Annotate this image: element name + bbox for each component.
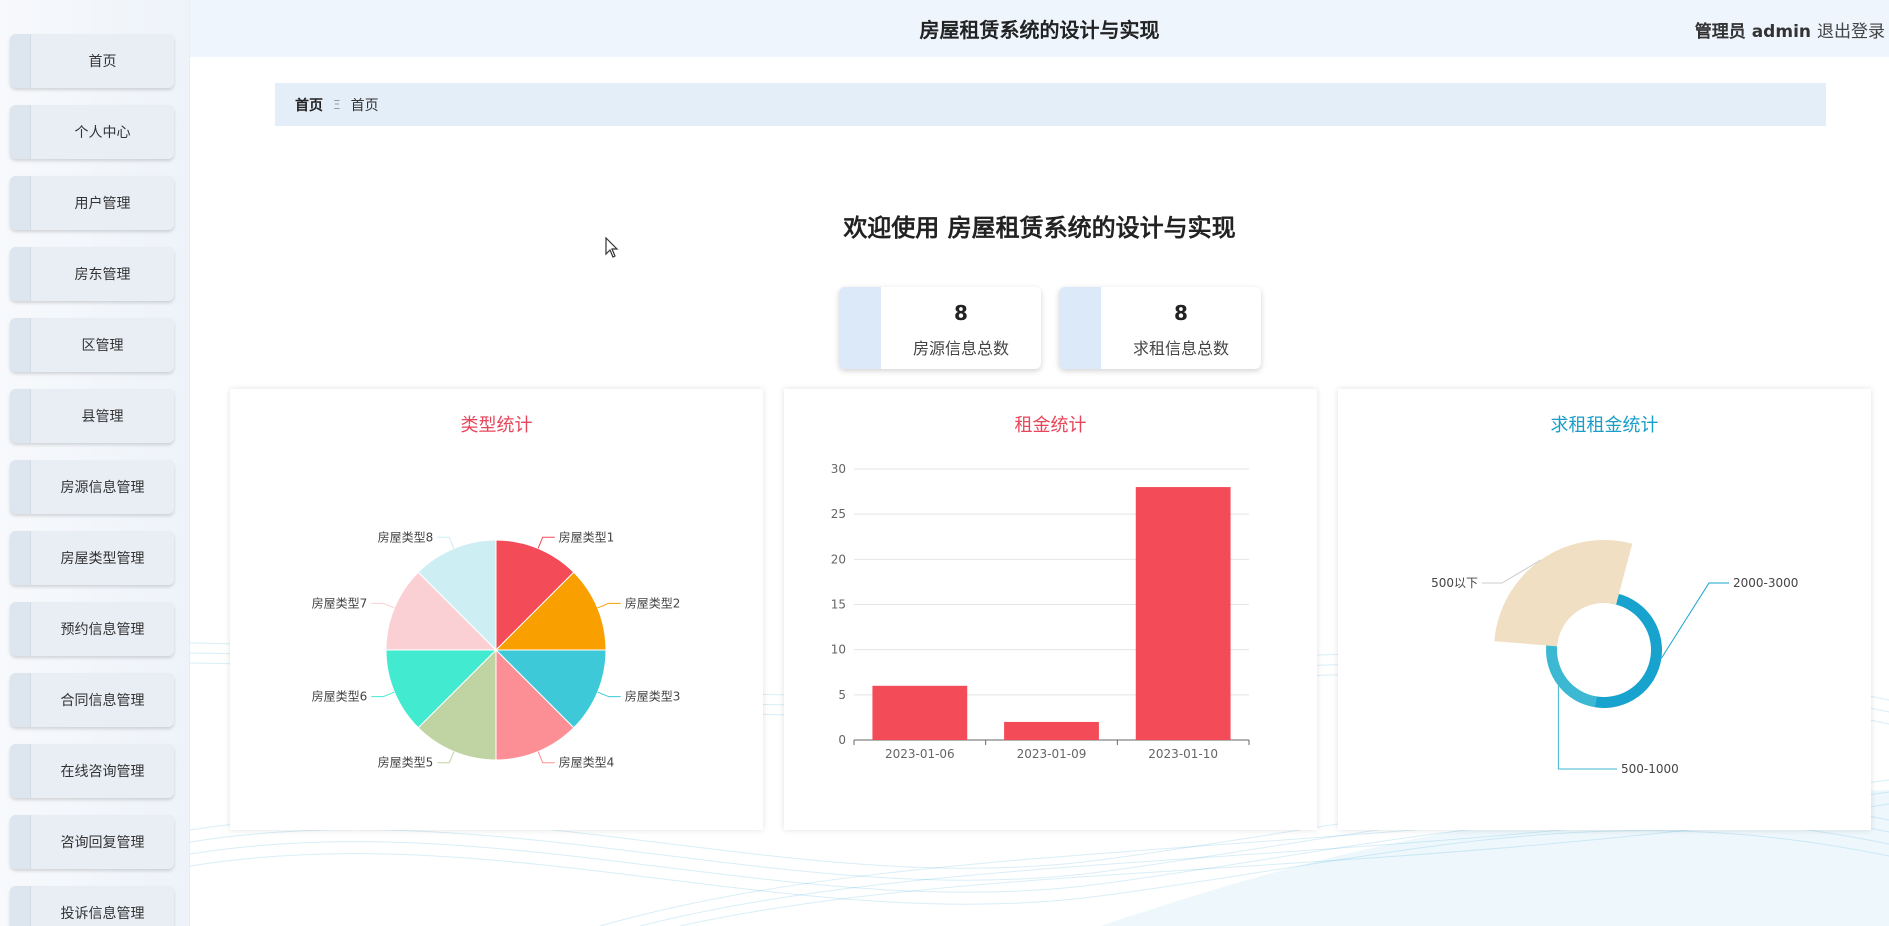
rose-label-2000-3000: 2000-3000 bbox=[1733, 576, 1798, 590]
logout-link[interactable]: 退出登录 bbox=[1817, 17, 1885, 42]
type-stats-panel: 类型统计 房屋类型1 房屋类型2 房屋类型3 房屋类型4 房屋类型5 房屋类型6 房屋类型7… bbox=[230, 389, 763, 830]
current-user: 管理员 admin bbox=[1694, 22, 1811, 42]
app-title: 房屋租赁系统的设计与实现 bbox=[919, 18, 1160, 42]
rent-bar-chart: 0 5 10 15 20 25 30 2023-01-06 2023-01-09 2023-01-… bbox=[831, 462, 1250, 761]
rose-label-500: 500以下 bbox=[1431, 576, 1478, 590]
pie-label-2: 房屋类型2 bbox=[625, 595, 681, 610]
sidebar-item-users[interactable]: 用户管理 bbox=[10, 176, 174, 230]
sidebar-item-label: 区管理 bbox=[30, 318, 174, 372]
sidebar-item-label: 合同信息管理 bbox=[30, 673, 174, 727]
sidebar-item-house-types[interactable]: 房屋类型管理 bbox=[10, 531, 174, 585]
y-tick-label: 0 bbox=[838, 733, 846, 747]
rose-slice-500 bbox=[1494, 540, 1633, 647]
rose-slice-2000-3000 bbox=[1594, 592, 1662, 708]
breadcrumb-separator-icon: Ξ bbox=[333, 97, 341, 112]
breadcrumb-current: 首页 bbox=[350, 97, 379, 114]
pie-leader-2 bbox=[597, 602, 621, 609]
sidebar-item-label: 房源信息管理 bbox=[30, 460, 174, 514]
seek-rent-stats-panel: 求租租金统计 2000-3000 500-1000 500以下 bbox=[1338, 389, 1871, 830]
sidebar-item-reservations[interactable]: 预约信息管理 bbox=[10, 602, 174, 656]
sidebar-item-landlords[interactable]: 房东管理 bbox=[10, 247, 174, 301]
y-tick-label: 20 bbox=[831, 552, 846, 566]
sidebar-item-label: 个人中心 bbox=[30, 105, 174, 159]
pie-label-5: 房屋类型5 bbox=[378, 755, 434, 770]
pie-label-8: 房屋类型8 bbox=[378, 529, 434, 544]
pie-leader-4 bbox=[537, 751, 555, 764]
stat-value: 8 bbox=[1174, 301, 1188, 325]
sidebar-item-label: 首页 bbox=[30, 34, 174, 88]
bar-2023-01-09 bbox=[1004, 721, 1099, 740]
pie-label-6: 房屋类型6 bbox=[312, 689, 368, 704]
x-tick-label: 2023-01-09 bbox=[1017, 747, 1087, 761]
sidebar-item-label: 房屋类型管理 bbox=[30, 531, 174, 585]
welcome-heading: 欢迎使用 房屋租赁系统的设计与实现 bbox=[843, 213, 1236, 242]
sidebar-item-label: 房东管理 bbox=[30, 247, 174, 301]
y-tick-label: 30 bbox=[831, 462, 846, 476]
pie-label-4: 房屋类型4 bbox=[559, 755, 615, 770]
rose-leader-2000-3000 bbox=[1661, 582, 1729, 659]
seek-rent-rose-chart: 2000-3000 500-1000 500以下 bbox=[1431, 540, 1798, 776]
sidebar-item-listings[interactable]: 房源信息管理 bbox=[10, 460, 174, 514]
sidebar-item-label: 投诉信息管理 bbox=[30, 886, 174, 926]
sidebar-item-label: 咨询回复管理 bbox=[30, 815, 174, 869]
top-header: 房屋租赁系统的设计与实现 管理员 admin 退出登录 bbox=[190, 0, 1889, 57]
pie-leader-1 bbox=[537, 536, 555, 549]
stat-label: 求租信息总数 bbox=[1132, 339, 1229, 358]
rose-slice-500-1000 bbox=[1546, 645, 1597, 708]
stat-value: 8 bbox=[954, 301, 968, 325]
type-pie-chart: 房屋类型1 房屋类型2 房屋类型3 房屋类型4 房屋类型5 房屋类型6 房屋类型7 房屋类型8 bbox=[312, 529, 681, 770]
bar-2023-01-10 bbox=[1135, 487, 1231, 740]
rent-stats-panel: 租金统计 0 5 10 15 20 25 30 2023-01-06 2023-01-09 202… bbox=[784, 389, 1317, 830]
sidebar-item-home[interactable]: 首页 bbox=[10, 34, 174, 88]
sidebar-item-replies[interactable]: 咨询回复管理 bbox=[10, 815, 174, 869]
rose-label-500-1000: 500-1000 bbox=[1621, 762, 1679, 776]
sidebar-item-label: 在线咨询管理 bbox=[30, 744, 174, 798]
sidebar-item-label: 用户管理 bbox=[30, 176, 174, 230]
x-tick-label: 2023-01-06 bbox=[885, 747, 955, 761]
sidebar-item-contracts[interactable]: 合同信息管理 bbox=[10, 673, 174, 727]
breadcrumb: 首页 Ξ 首页 bbox=[275, 83, 1826, 126]
sidebar-item-label: 县管理 bbox=[30, 389, 174, 443]
sidebar-item-consultations[interactable]: 在线咨询管理 bbox=[10, 744, 174, 798]
pie-leader-8 bbox=[437, 536, 455, 549]
pie-leader-5 bbox=[437, 751, 455, 764]
y-tick-label: 15 bbox=[831, 598, 846, 612]
breadcrumb-home[interactable]: 首页 bbox=[295, 95, 323, 115]
pie-label-7: 房屋类型7 bbox=[312, 595, 368, 610]
pie-label-3: 房屋类型3 bbox=[625, 689, 681, 704]
sidebar-item-districts[interactable]: 区管理 bbox=[10, 318, 174, 372]
pie-leader-6 bbox=[371, 691, 395, 698]
pie-leader-7 bbox=[371, 602, 395, 609]
stat-card-seek-rentals: 8 求租信息总数 bbox=[1059, 287, 1261, 369]
sidebar: 首页 个人中心 用户管理 房东管理 区管理 县管理 房源信息管理 房屋类型管理 … bbox=[0, 0, 190, 926]
sidebar-item-profile[interactable]: 个人中心 bbox=[10, 105, 174, 159]
stat-label: 房源信息总数 bbox=[912, 339, 1009, 358]
pie-label-1: 房屋类型1 bbox=[559, 529, 615, 544]
stat-card-listings: 8 房源信息总数 bbox=[839, 287, 1041, 369]
sidebar-item-counties[interactable]: 县管理 bbox=[10, 389, 174, 443]
sidebar-item-complaints[interactable]: 投诉信息管理 bbox=[10, 886, 174, 926]
mouse-cursor-icon bbox=[605, 237, 619, 258]
y-tick-label: 5 bbox=[838, 688, 846, 702]
sidebar-item-label: 预约信息管理 bbox=[30, 602, 174, 656]
bar-2023-01-06 bbox=[872, 685, 968, 740]
pie-leader-3 bbox=[597, 691, 621, 698]
y-tick-label: 25 bbox=[831, 507, 846, 521]
y-tick-label: 10 bbox=[831, 643, 846, 657]
x-tick-label: 2023-01-10 bbox=[1148, 747, 1218, 761]
